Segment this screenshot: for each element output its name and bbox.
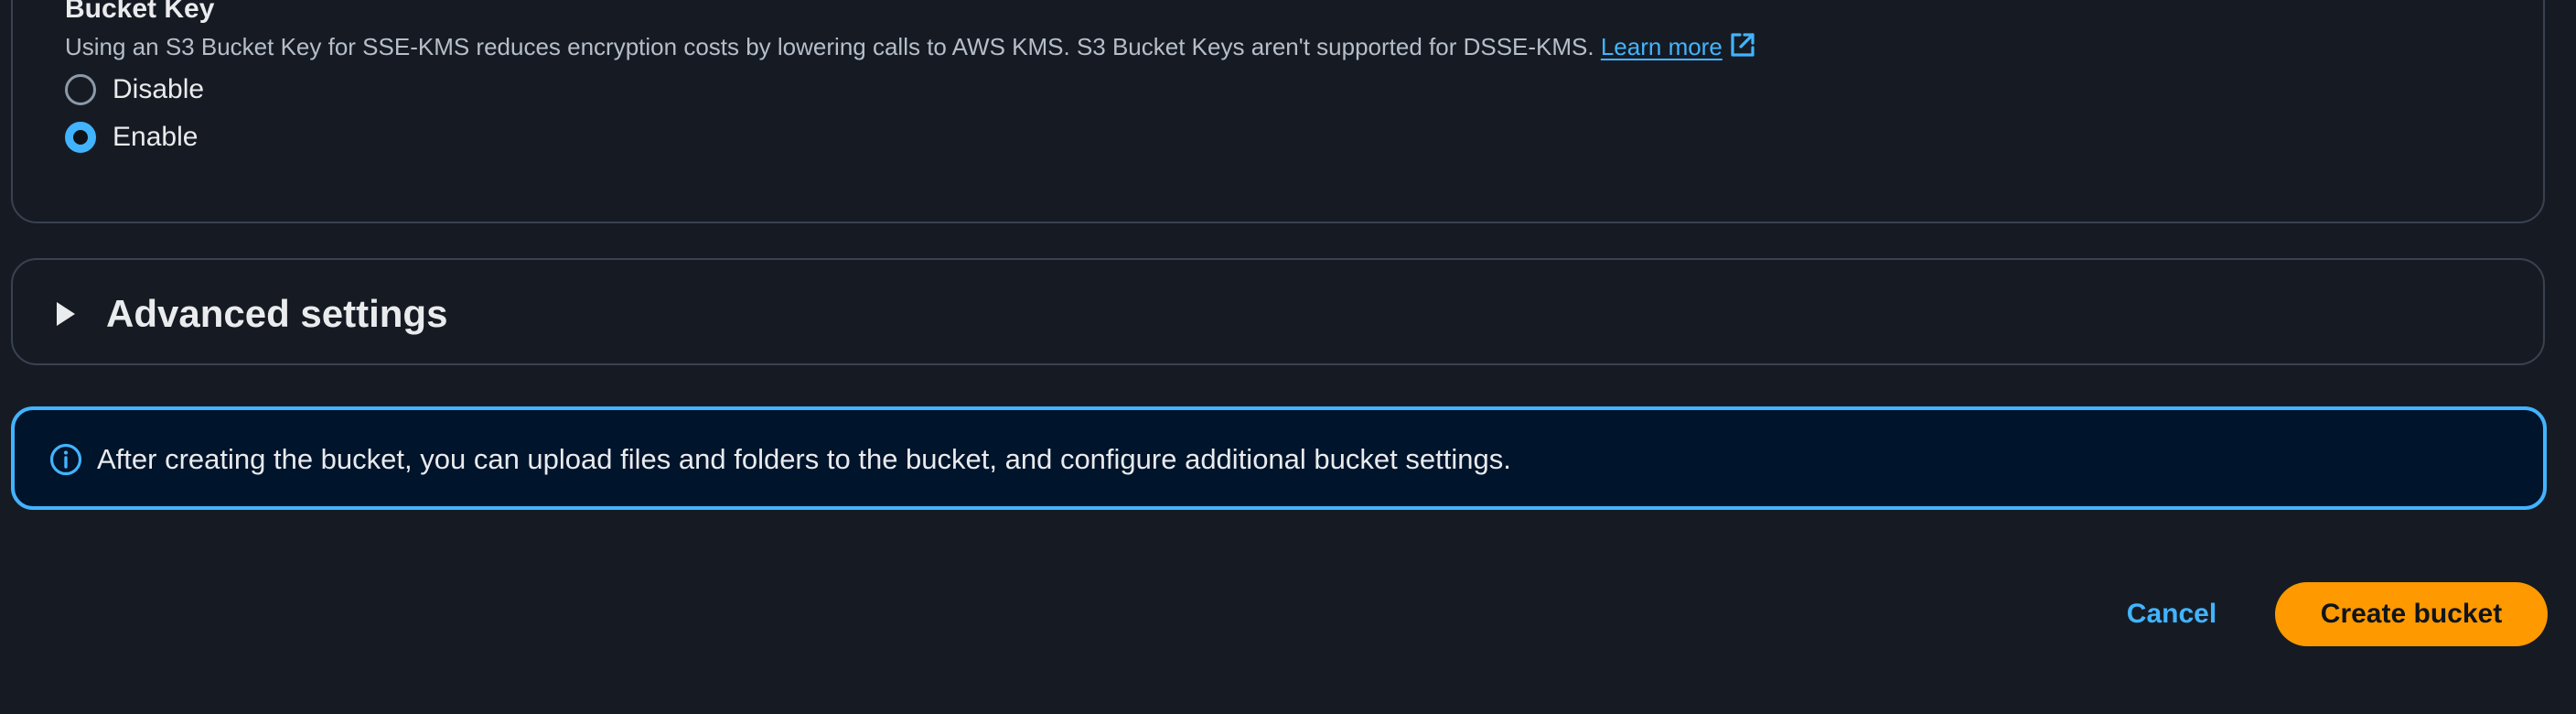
learn-more-link[interactable]: Learn more — [1601, 33, 1757, 60]
caret-right-icon — [57, 302, 75, 326]
advanced-settings-title: Advanced settings — [106, 292, 448, 335]
enable-radio[interactable] — [65, 122, 96, 153]
disable-radio-label: Disable — [113, 74, 205, 104]
disable-radio[interactable] — [65, 74, 96, 105]
advanced-settings-expander[interactable]: Advanced settings — [11, 258, 2545, 365]
bucket-key-option-disable[interactable]: Disable — [65, 73, 204, 106]
create-bucket-page: Bucket Key Using an S3 Bucket Key for SS… — [0, 0, 2576, 714]
learn-more-label: Learn more — [1600, 33, 1723, 60]
info-alert-text: After creating the bucket, you can uploa… — [97, 443, 1511, 475]
info-icon — [49, 443, 82, 476]
encryption-settings-panel: Bucket Key Using an S3 Bucket Key for SS… — [11, 0, 2545, 223]
bucket-key-title: Bucket Key — [65, 0, 215, 24]
info-alert: After creating the bucket, you can uploa… — [11, 406, 2547, 510]
bucket-key-description: Using an S3 Bucket Key for SSE-KMS reduc… — [65, 30, 1757, 62]
external-link-icon — [1731, 33, 1755, 57]
bucket-key-option-enable[interactable]: Enable — [65, 121, 198, 154]
bucket-key-description-text: Using an S3 Bucket Key for SSE-KMS reduc… — [65, 33, 1594, 60]
cancel-button[interactable]: Cancel — [2104, 582, 2239, 646]
enable-radio-label: Enable — [113, 122, 199, 152]
create-bucket-button[interactable]: Create bucket — [2275, 582, 2548, 646]
